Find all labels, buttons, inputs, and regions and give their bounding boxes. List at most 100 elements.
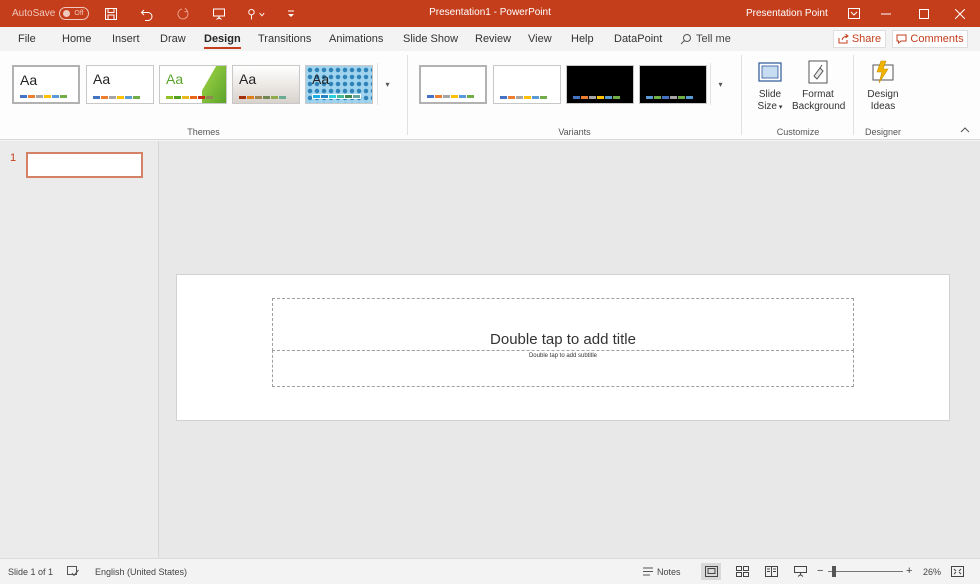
tell-me-label: Tell me xyxy=(696,33,731,45)
tab-home[interactable]: Home xyxy=(62,33,91,45)
slide-show-view-icon[interactable] xyxy=(790,563,810,580)
theme-facet[interactable]: Aa xyxy=(159,65,227,104)
notes-label: Notes xyxy=(657,566,681,577)
customize-qat-icon[interactable] xyxy=(281,4,301,23)
theme-sample-text: Aa xyxy=(93,71,111,87)
title-placeholder[interactable]: Double tap to add title xyxy=(272,298,854,351)
start-from-beginning-icon[interactable] xyxy=(209,4,229,23)
tab-insert[interactable]: Insert xyxy=(112,33,140,45)
design-ideas-button[interactable]: Design Ideas xyxy=(862,59,904,113)
variant-swatches xyxy=(573,96,620,99)
theme-integral[interactable]: Aa xyxy=(232,65,300,104)
redo-icon[interactable] xyxy=(173,4,193,23)
theme-sample-text: Aa xyxy=(312,71,330,87)
comments-button[interactable]: Comments xyxy=(892,30,968,48)
theme-office-2[interactable]: Aa xyxy=(86,65,154,104)
variant-3[interactable] xyxy=(566,65,634,104)
language-indicator[interactable]: English (United States) xyxy=(95,567,187,577)
share-label: Share xyxy=(851,33,882,45)
zoom-slider-handle[interactable] xyxy=(832,566,836,577)
subtitle-placeholder[interactable]: Double tap to add subtitle xyxy=(272,350,854,387)
zoom-out-button[interactable]: − xyxy=(817,565,823,577)
collapse-ribbon-icon[interactable] xyxy=(960,125,972,137)
variants-group-label: Variants xyxy=(558,127,591,137)
autosave-switch[interactable]: Off xyxy=(59,7,90,20)
slide-size-icon xyxy=(757,59,783,85)
themes-group-label: Themes xyxy=(187,127,220,137)
autosave-toggle[interactable]: AutoSave Off xyxy=(12,7,90,20)
tab-slide-show[interactable]: Slide Show xyxy=(403,33,458,45)
share-button[interactable]: Share xyxy=(833,30,886,48)
variant-4[interactable] xyxy=(639,65,707,104)
tab-view[interactable]: View xyxy=(528,33,552,45)
slide-editing-area: Double tap to add title Double tap to ad… xyxy=(159,141,980,558)
chevron-down-icon: ▾ xyxy=(385,79,390,89)
zoom-in-button[interactable]: + xyxy=(906,565,912,577)
maximize-icon[interactable] xyxy=(908,0,940,27)
slide-thumbnail[interactable] xyxy=(26,152,143,178)
save-icon[interactable] xyxy=(101,4,121,23)
slide-size-button[interactable]: Slide Size ▾ xyxy=(752,59,788,114)
tell-me-search[interactable]: Tell me xyxy=(680,33,731,45)
notes-button[interactable]: Notes xyxy=(643,563,689,580)
customize-group-label: Customize xyxy=(776,127,820,137)
variant-swatches xyxy=(646,96,693,99)
tab-transitions[interactable]: Transitions xyxy=(258,33,311,45)
ribbon-tabs: File Home Insert Draw Design Transitions… xyxy=(0,27,980,51)
close-icon[interactable] xyxy=(944,0,976,27)
format-background-button[interactable]: Format Background xyxy=(792,59,845,113)
slide-counter: Slide 1 of 1 xyxy=(8,567,54,577)
slide-number: 1 xyxy=(10,152,17,164)
variant-2[interactable] xyxy=(493,65,561,104)
group-separator xyxy=(407,55,408,135)
zoom-level[interactable]: 26% xyxy=(923,567,941,577)
theme-swatches xyxy=(239,96,286,99)
theme-swatches xyxy=(312,94,361,99)
minimize-icon[interactable] xyxy=(870,0,902,27)
tab-review[interactable]: Review xyxy=(475,33,511,45)
fit-slide-to-window-icon[interactable] xyxy=(947,563,967,580)
comment-icon xyxy=(896,34,907,44)
spelling-check-icon[interactable] xyxy=(63,563,83,580)
group-separator xyxy=(741,55,742,135)
designer-group-label: Designer xyxy=(864,127,902,137)
theme-swatches xyxy=(93,96,140,99)
slide-sorter-view-icon[interactable] xyxy=(732,563,752,580)
touch-mouse-mode-icon[interactable] xyxy=(246,4,266,23)
status-bar: Slide 1 of 1 English (United States) Not… xyxy=(0,558,980,584)
slide-size-label-1: Slide xyxy=(758,89,782,100)
tab-datapoint[interactable]: DataPoint xyxy=(614,33,662,45)
group-separator xyxy=(853,55,854,135)
tab-animations[interactable]: Animations xyxy=(329,33,383,45)
normal-view-icon[interactable] xyxy=(701,563,721,580)
tab-draw[interactable]: Draw xyxy=(160,33,186,45)
reading-view-icon[interactable] xyxy=(761,563,781,580)
theme-ion[interactable]: Aa xyxy=(305,65,373,104)
account-name[interactable]: Presentation Point xyxy=(746,8,828,19)
tab-design[interactable]: Design xyxy=(204,33,241,49)
slide-size-label-2: Size xyxy=(757,101,777,112)
variant-1[interactable] xyxy=(419,65,487,104)
theme-sample-text: Aa xyxy=(239,71,257,87)
tab-help[interactable]: Help xyxy=(571,33,594,45)
themes-more-button[interactable]: ▾ xyxy=(377,63,397,105)
variants-more-button[interactable]: ▾ xyxy=(710,63,730,105)
share-icon xyxy=(838,34,849,44)
theme-swatches xyxy=(166,96,213,99)
design-ideas-label-1: Design xyxy=(867,89,899,100)
theme-sample-text: Aa xyxy=(166,71,184,87)
comments-label: Comments xyxy=(910,33,964,45)
slide[interactable]: Double tap to add title Double tap to ad… xyxy=(176,274,950,421)
lightbulb-search-icon xyxy=(680,34,691,45)
title-bar: AutoSave Off Presentation1 - PowerPoint … xyxy=(0,0,980,27)
ribbon-display-options-icon[interactable] xyxy=(838,0,870,27)
design-ideas-label-2: Ideas xyxy=(870,101,896,112)
undo-icon[interactable] xyxy=(137,4,157,23)
theme-sample-text: Aa xyxy=(20,72,38,88)
slide-thumbnail-pane: 1 xyxy=(0,141,159,558)
theme-swatches xyxy=(20,95,67,98)
zoom-slider[interactable] xyxy=(828,571,903,572)
tab-file[interactable]: File xyxy=(18,33,36,45)
theme-office[interactable]: Aa xyxy=(12,65,80,104)
chevron-down-icon: ▾ xyxy=(718,79,723,89)
